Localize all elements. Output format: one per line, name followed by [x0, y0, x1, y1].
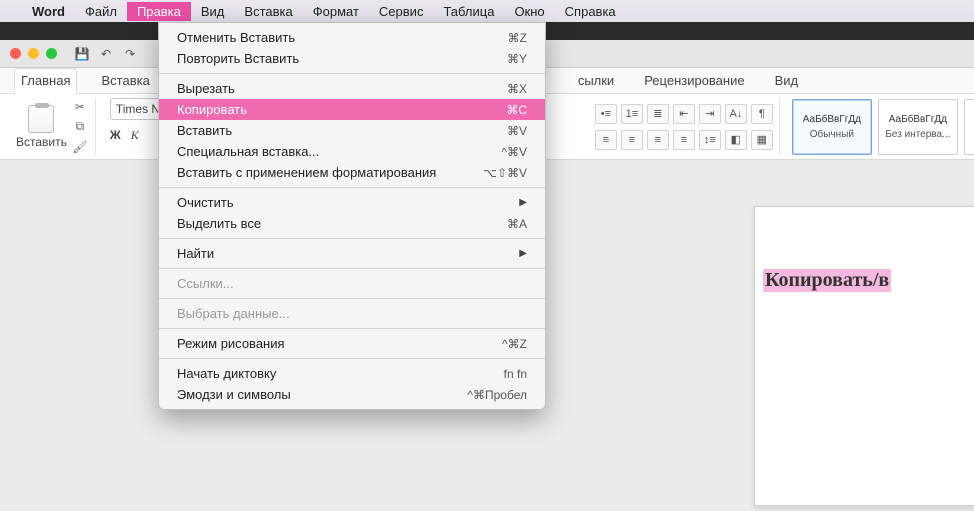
- line-spacing-button[interactable]: ↕≡: [699, 130, 721, 150]
- menu-select-data: Выбрать данные...: [159, 303, 545, 324]
- menu-drawing-mode[interactable]: Режим рисования^⌘Z: [159, 333, 545, 354]
- menubar-format[interactable]: Формат: [303, 2, 369, 21]
- menu-find[interactable]: Найти▶: [159, 243, 545, 264]
- menubar-view[interactable]: Вид: [191, 2, 235, 21]
- menu-undo[interactable]: Отменить Вставить⌘Z: [159, 27, 545, 48]
- paste-icon[interactable]: [28, 105, 54, 133]
- menubar-service[interactable]: Сервис: [369, 2, 434, 21]
- shading-button[interactable]: ◧: [725, 130, 747, 150]
- menu-separator: [159, 358, 545, 359]
- menubar-edit[interactable]: Правка: [127, 2, 191, 21]
- menu-separator: [159, 328, 545, 329]
- menu-select-all[interactable]: Выделить все⌘A: [159, 213, 545, 234]
- ribbon-clipboard-group: Вставить ✂ ⧉ 🖌: [10, 98, 96, 155]
- menubar-window[interactable]: Окно: [504, 2, 554, 21]
- submenu-arrow-icon: ▶: [519, 248, 527, 259]
- borders-button[interactable]: ▦: [751, 130, 773, 150]
- menubar-table[interactable]: Таблица: [433, 2, 504, 21]
- format-painter-icon[interactable]: 🖌: [71, 139, 89, 155]
- menubar-app[interactable]: Word: [22, 2, 75, 21]
- indent-decrease-button[interactable]: ⇤: [673, 104, 695, 124]
- selected-text[interactable]: Копировать/в: [763, 269, 891, 292]
- qa-redo-icon[interactable]: ↷: [121, 45, 139, 63]
- menu-dictate[interactable]: Начать диктовкуfn fn: [159, 363, 545, 384]
- menu-paste[interactable]: Вставить⌘V: [159, 120, 545, 141]
- menubar-help[interactable]: Справка: [555, 2, 626, 21]
- style-heading1[interactable]: АаБбВвГг, Заголовок 1: [964, 99, 974, 155]
- qa-undo-icon[interactable]: ↶: [97, 45, 115, 63]
- edit-menu-dropdown: Отменить Вставить⌘Z Повторить Вставить⌘Y…: [158, 22, 546, 410]
- tab-home[interactable]: Главная: [14, 68, 77, 94]
- italic-button[interactable]: К: [131, 128, 139, 143]
- tab-insert[interactable]: Вставка: [95, 69, 155, 93]
- window-minimize-button[interactable]: [28, 48, 39, 59]
- tab-review[interactable]: Рецензирование: [638, 69, 750, 93]
- menu-separator: [159, 73, 545, 74]
- align-center-button[interactable]: ≡: [621, 130, 643, 150]
- style-no-spacing[interactable]: АаБбВвГгДд Без интерва...: [878, 99, 958, 155]
- menu-paste-formatting[interactable]: Вставить с применением форматирования⌥⇧⌘…: [159, 162, 545, 183]
- multilevel-button[interactable]: ≣: [647, 104, 669, 124]
- align-left-button[interactable]: ≡: [595, 130, 617, 150]
- cut-icon[interactable]: ✂: [71, 99, 89, 115]
- paragraph-marks-button[interactable]: ¶: [751, 104, 773, 124]
- menu-redo[interactable]: Повторить Вставить⌘Y: [159, 48, 545, 69]
- align-right-button[interactable]: ≡: [647, 130, 669, 150]
- menu-separator: [159, 238, 545, 239]
- document-page[interactable]: Копировать/в: [754, 206, 974, 506]
- menu-cut[interactable]: Вырезать⌘X: [159, 78, 545, 99]
- ribbon-paragraph-group: •≡ 1≡ ≣ ⇤ ⇥ A↓ ¶ ≡ ≡ ≡ ≡ ↕≡ ◧ ▦: [589, 98, 780, 155]
- paste-label: Вставить: [16, 135, 67, 149]
- tab-links-partial[interactable]: сылки: [572, 69, 620, 93]
- menu-separator: [159, 187, 545, 188]
- submenu-arrow-icon: ▶: [519, 197, 527, 208]
- menubar-insert[interactable]: Вставка: [234, 2, 302, 21]
- style-normal[interactable]: АаБбВвГгДд Обычный: [792, 99, 872, 155]
- window-close-button[interactable]: [10, 48, 21, 59]
- menu-emoji[interactable]: Эмодзи и символы^⌘Пробел: [159, 384, 545, 405]
- bold-button[interactable]: Ж: [110, 128, 121, 143]
- macos-menubar: Word Файл Правка Вид Вставка Формат Серв…: [0, 0, 974, 22]
- menu-links: Ссылки...: [159, 273, 545, 294]
- numbering-button[interactable]: 1≡: [621, 104, 643, 124]
- menu-separator: [159, 268, 545, 269]
- copy-icon[interactable]: ⧉: [71, 119, 89, 135]
- menu-paste-special[interactable]: Специальная вставка...^⌘V: [159, 141, 545, 162]
- menu-copy[interactable]: Копировать⌘C: [159, 99, 545, 120]
- sort-button[interactable]: A↓: [725, 104, 747, 124]
- qa-save-icon[interactable]: 💾: [73, 45, 91, 63]
- ribbon-styles-group: АаБбВвГгДд Обычный АаБбВвГгДд Без интерв…: [792, 99, 974, 155]
- bullets-button[interactable]: •≡: [595, 104, 617, 124]
- menu-clear[interactable]: Очистить▶: [159, 192, 545, 213]
- align-justify-button[interactable]: ≡: [673, 130, 695, 150]
- window-traffic-lights: [10, 48, 57, 59]
- tab-view[interactable]: Вид: [769, 69, 805, 93]
- indent-increase-button[interactable]: ⇥: [699, 104, 721, 124]
- window-zoom-button[interactable]: [46, 48, 57, 59]
- menubar-file[interactable]: Файл: [75, 2, 127, 21]
- menu-separator: [159, 298, 545, 299]
